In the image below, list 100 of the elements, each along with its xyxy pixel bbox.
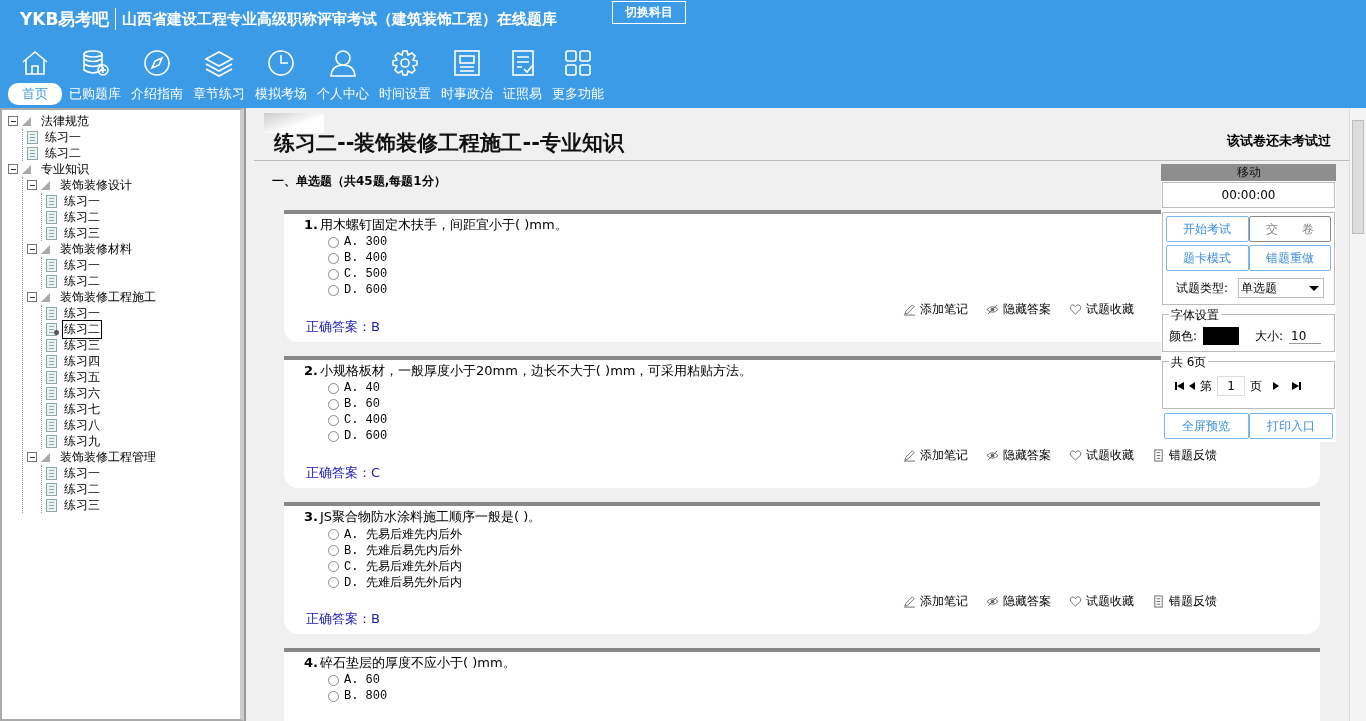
compass-icon[interactable] <box>142 48 172 78</box>
pencil-icon[interactable] <box>903 302 916 316</box>
document-icon <box>46 434 57 448</box>
eye-slash-icon[interactable] <box>986 594 999 608</box>
size-field[interactable]: 10 <box>1289 328 1322 344</box>
tree-item[interactable]: 练习二 <box>62 319 102 339</box>
notebook-icon[interactable] <box>1152 594 1165 608</box>
document-icon <box>46 274 57 288</box>
document-icon <box>46 466 57 480</box>
document-icon <box>46 386 57 400</box>
panel-button[interactable]: 全屏预览 <box>1164 413 1249 439</box>
caret-icon <box>1309 285 1320 291</box>
field-label: 试题类型: <box>1176 279 1229 297</box>
action-link[interactable]: 试题收藏 <box>1086 592 1134 610</box>
heart-icon[interactable] <box>1069 302 1082 316</box>
option-label[interactable]: A. 60 <box>344 673 380 687</box>
action-link[interactable]: 隐藏答案 <box>1003 446 1051 464</box>
layers-icon[interactable] <box>204 48 234 78</box>
document-icon <box>46 226 57 240</box>
eye-slash-icon[interactable] <box>986 448 999 462</box>
option-label[interactable]: B. 800 <box>344 689 388 703</box>
option-label[interactable]: B. 先难后易先内后外 <box>344 541 462 559</box>
pencil-icon[interactable] <box>903 448 916 462</box>
option-label[interactable]: A. 先易后难先内后外 <box>344 525 462 543</box>
document-icon <box>46 498 57 512</box>
clock-icon[interactable] <box>266 48 296 78</box>
action-link[interactable]: 隐藏答案 <box>1003 300 1051 318</box>
option-label[interactable]: C. 先易后难先外后内 <box>344 557 462 575</box>
option-label[interactable]: B. 400 <box>344 251 388 265</box>
grid-icon[interactable] <box>563 48 593 78</box>
timer: 00:00:00 <box>1162 182 1335 208</box>
question-text: 4.碎石垫层的厚度不应小于( )mm。 <box>304 654 516 672</box>
notebook-icon[interactable] <box>1152 448 1165 462</box>
eye-slash-icon[interactable] <box>986 302 999 316</box>
exam-status: 该试卷还未考试过 <box>1227 132 1331 150</box>
panel-button[interactable]: 打印入口 <box>1248 413 1333 439</box>
action-link[interactable]: 试题收藏 <box>1086 300 1134 318</box>
move-handle[interactable]: 移动 <box>1161 164 1336 181</box>
panel-button[interactable]: 错题重做 <box>1248 245 1331 271</box>
expander-icon[interactable] <box>27 180 37 190</box>
panel-button[interactable]: 题卡模式 <box>1166 245 1249 271</box>
document-icon <box>46 306 57 320</box>
last-page-icon[interactable] <box>1292 382 1299 390</box>
page-corner-shadow <box>264 113 324 133</box>
option-label[interactable]: B. 60 <box>344 397 380 411</box>
document-icon <box>27 146 38 160</box>
settings-icon[interactable] <box>390 48 420 78</box>
expander-icon[interactable] <box>27 244 37 254</box>
scrollbar-thumb[interactable] <box>1352 120 1364 234</box>
correct-answer: 正确答案：B <box>306 319 380 335</box>
action-link[interactable]: 添加笔记 <box>920 592 968 610</box>
action-link[interactable]: 添加笔记 <box>920 446 968 464</box>
first-page-icon[interactable] <box>1177 382 1184 390</box>
option-label[interactable]: D. 600 <box>344 429 388 443</box>
action-link[interactable]: 隐藏答案 <box>1003 592 1051 610</box>
option-label[interactable]: A. 300 <box>344 235 388 249</box>
previous-page-icon[interactable] <box>1189 382 1195 390</box>
heart-icon[interactable] <box>1069 594 1082 608</box>
panel-button[interactable]: 开始考试 <box>1166 216 1249 242</box>
action-link[interactable]: 试题收藏 <box>1086 446 1134 464</box>
next-page-icon[interactable] <box>1273 382 1279 390</box>
page-field[interactable]: 1 <box>1217 376 1245 396</box>
option-label[interactable]: D. 600 <box>344 283 388 297</box>
option-label[interactable]: A. 40 <box>344 381 380 395</box>
option-label[interactable]: D. 先难后易先外后内 <box>344 573 462 591</box>
document-icon <box>27 130 38 144</box>
document-icon <box>46 482 57 496</box>
document-icon <box>46 194 57 208</box>
expander-icon[interactable] <box>8 164 18 174</box>
home-icon[interactable] <box>20 48 50 78</box>
action-link[interactable]: 错题反馈 <box>1169 592 1217 610</box>
page-label: 第 <box>1200 377 1212 395</box>
document-icon <box>46 370 57 384</box>
action-link[interactable]: 错题反馈 <box>1169 446 1217 464</box>
app-title: 山西省建设工程专业高级职称评审考试（建筑装饰工程）在线题库 <box>122 9 558 29</box>
expander-icon[interactable] <box>8 116 18 126</box>
expander-icon[interactable] <box>27 292 37 302</box>
type-dropdown[interactable]: 单选题 <box>1238 278 1325 298</box>
paper-title: 练习二--装饰装修工程施工--专业知识 <box>274 130 624 157</box>
document-pin-icon <box>46 322 57 336</box>
user-icon[interactable] <box>328 48 358 78</box>
document-icon <box>46 338 57 352</box>
expander-icon[interactable] <box>27 452 37 462</box>
section-heading: 一、单选题（共45题,每题1分） <box>272 173 447 190</box>
option-label[interactable]: C. 500 <box>344 267 388 281</box>
scrollbar[interactable] <box>1349 108 1366 721</box>
action-link[interactable]: 添加笔记 <box>920 300 968 318</box>
option-label[interactable]: C. 400 <box>344 413 388 427</box>
correct-answer: 正确答案：C <box>306 465 381 481</box>
pencil-icon[interactable] <box>903 594 916 608</box>
document-icon <box>46 402 57 416</box>
question-text: 1.用木螺钉固定木扶手，间距宜小于( )mm。 <box>304 216 568 234</box>
group-legend: 字体设置 <box>1169 307 1221 324</box>
database-icon[interactable] <box>80 48 110 78</box>
document-icon <box>46 354 57 368</box>
document-icon <box>46 258 57 272</box>
color-swatch[interactable] <box>1203 327 1240 345</box>
correct-answer: 正确答案：B <box>306 611 380 627</box>
newspaper-icon[interactable] <box>452 48 482 78</box>
heart-icon[interactable] <box>1069 448 1082 462</box>
